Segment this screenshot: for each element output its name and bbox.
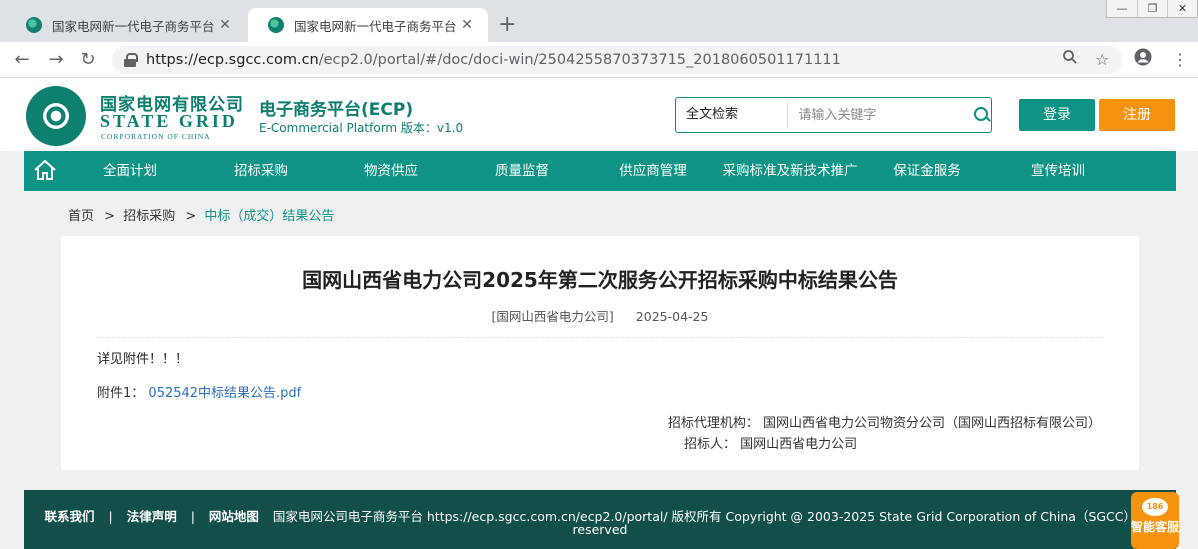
- nav-item-training[interactable]: 宣传培训: [1031, 151, 1085, 191]
- state-grid-logo-icon[interactable]: [26, 86, 86, 146]
- search-box: 全文检索: [675, 97, 992, 133]
- logo-english-name: STATE GRID: [100, 111, 238, 131]
- minimize-icon[interactable]: —: [1107, 0, 1137, 17]
- nav-item-standards[interactable]: 采购标准及新技术推广: [723, 151, 858, 191]
- menu-icon[interactable]: ⋮: [1172, 48, 1188, 72]
- nav-item-procurement[interactable]: 招标采购: [234, 151, 288, 191]
- attachment-label: 附件1：: [97, 386, 145, 401]
- search-input[interactable]: [788, 102, 969, 128]
- close-icon[interactable]: ✕: [216, 16, 234, 34]
- attachment-row: 附件1： 052542中标结果公告.pdf: [97, 382, 301, 401]
- search-scope-select[interactable]: 全文检索: [676, 102, 789, 128]
- attachment-link[interactable]: 052542中标结果公告.pdf: [148, 386, 301, 401]
- tab-title: 国家电网新一代电子商务平台: [294, 18, 457, 34]
- tab-title: 国家电网新一代电子商务平台: [52, 18, 215, 34]
- breadcrumb-home[interactable]: 首页: [68, 209, 94, 224]
- close-icon[interactable]: ✕: [458, 16, 476, 34]
- window-controls: — ❐ ✕: [1106, 0, 1198, 18]
- window-close-icon[interactable]: ✕: [1167, 0, 1197, 17]
- site-favicon-icon: [268, 17, 284, 33]
- search-icon[interactable]: [968, 102, 991, 128]
- url-path: /ecp2.0/portal/#/doc/doci-win/2504255870…: [318, 52, 841, 68]
- agent-row: 招标代理机构： 国网山西省电力公司物资分公司（国网山西招标有限公司）: [668, 412, 1101, 431]
- forward-icon[interactable]: →: [44, 48, 68, 72]
- nav-item-plan[interactable]: 全面计划: [103, 151, 157, 191]
- url-host: https://ecp.sgcc.com.cn: [146, 52, 319, 68]
- agent-value: 国网山西省电力公司物资分公司（国网山西招标有限公司）: [762, 416, 1101, 431]
- notice-meta: [国网山西省电力公司] 2025-04-25: [61, 306, 1139, 325]
- breadcrumb-separator: >: [104, 209, 116, 224]
- divider: [97, 337, 1103, 338]
- nav-item-deposit[interactable]: 保证金服务: [893, 151, 961, 191]
- star-icon[interactable]: ☆: [1095, 48, 1109, 72]
- notice-title: 国网山西省电力公司2025年第二次服务公开招标采购中标结果公告: [302, 268, 898, 292]
- browser-tab-2[interactable]: 国家电网新一代电子商务平台 ✕: [248, 8, 488, 42]
- footer-copyright-cont: reserved: [572, 522, 628, 537]
- breadcrumb-current: 中标（成交）结果公告: [204, 209, 335, 224]
- nav-item-supplier[interactable]: 供应商管理: [619, 151, 687, 191]
- site-favicon-icon: [26, 17, 42, 33]
- site-footer: 联系我们 | 法律声明 | 网站地图 国家电网公司电子商务平台 https://…: [24, 490, 1176, 549]
- browser-toolbar: ← → ↻ https://ecp.sgcc.com.cn/ecp2.0/por…: [0, 42, 1198, 78]
- logo-english-subtitle: CORPORATION OF CHINA: [101, 132, 211, 141]
- tenderer-row: 招标人： 国网山西省电力公司: [684, 433, 857, 452]
- account-icon[interactable]: [1134, 48, 1152, 73]
- widget-label: 智能客服: [1131, 520, 1180, 534]
- new-tab-button[interactable]: +: [498, 13, 516, 37]
- nav-item-quality[interactable]: 质量监督: [495, 151, 549, 191]
- customer-service-widget[interactable]: 186 智能客服: [1131, 492, 1179, 549]
- breadcrumb-separator: >: [185, 209, 197, 224]
- address-bar[interactable]: https://ecp.sgcc.com.cn/ecp2.0/portal/#/…: [112, 46, 1122, 74]
- maximize-icon[interactable]: ❐: [1137, 0, 1167, 17]
- back-icon[interactable]: ←: [10, 48, 34, 72]
- chat-bubble-icon: 186: [1142, 498, 1168, 516]
- notice-date: 2025-04-25: [635, 309, 709, 324]
- zoom-icon[interactable]: [1062, 48, 1078, 72]
- notice-publisher: [国网山西省电力公司]: [491, 309, 614, 324]
- main-nav: 全面计划 招标采购 物资供应 质量监督 供应商管理 采购标准及新技术推广 保证金…: [24, 151, 1176, 191]
- breadcrumb-procurement[interactable]: 招标采购: [123, 209, 175, 224]
- breadcrumb: 首页 > 招标采购 > 中标（成交）结果公告: [68, 205, 334, 224]
- login-button[interactable]: 登录: [1019, 99, 1095, 131]
- agent-label: 招标代理机构：: [667, 416, 759, 431]
- site-header: 国家电网有限公司 STATE GRID CORPORATION OF CHINA…: [0, 78, 1198, 151]
- browser-tab-bar: 国家电网新一代电子商务平台 ✕ 国家电网新一代电子商务平台 ✕ + — ❐ ✕: [0, 0, 1198, 42]
- notice-card: 国网山西省电力公司2025年第二次服务公开招标采购中标结果公告 [国网山西省电力…: [61, 236, 1139, 470]
- lock-icon: [124, 53, 138, 67]
- platform-title: 电子商务平台(ECP): [259, 100, 414, 120]
- home-icon[interactable]: [33, 159, 57, 181]
- register-button[interactable]: 注册: [1099, 99, 1175, 131]
- tenderer-value: 国网山西省电力公司: [740, 437, 858, 452]
- platform-subtitle: E-Commercial Platform 版本：v1.0: [259, 121, 464, 135]
- browser-tab-1[interactable]: 国家电网新一代电子商务平台 ✕: [6, 8, 246, 42]
- tenderer-label: 招标人：: [684, 437, 737, 452]
- nav-item-supply[interactable]: 物资供应: [364, 151, 418, 191]
- reload-icon[interactable]: ↻: [76, 48, 100, 72]
- notice-body: 详见附件！！！: [97, 352, 189, 367]
